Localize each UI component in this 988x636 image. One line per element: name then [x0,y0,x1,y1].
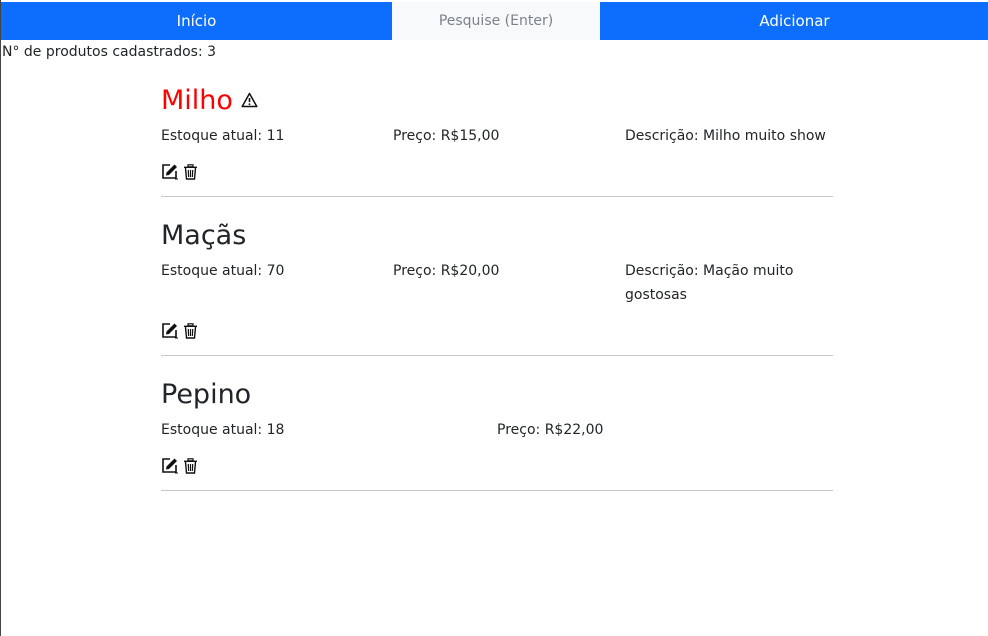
product-stock: Estoque atual: 11 [161,128,285,144]
edit-icon[interactable] [161,457,179,474]
warning-icon [241,92,258,108]
trash-icon[interactable] [183,458,198,474]
product-description: Descrição: Milho muito show [625,128,826,144]
top-navbar: Início Adicionar [1,2,988,40]
product-name: Milho [161,84,233,116]
app-window: Início Adicionar N° de produtos cadastra… [0,0,988,636]
product-stock: Estoque atual: 18 [161,422,285,438]
product-card: Milho Estoque atual: 11 Preço: R$15,00 D… [161,80,833,197]
product-details: Estoque atual: 70 Preço: R$20,00 Descriç… [161,259,833,307]
product-card: Maçãs Estoque atual: 70 Preço: R$20,00 D… [161,197,833,356]
product-details: Estoque atual: 18 Preço: R$22,00 [161,418,833,442]
trash-icon[interactable] [183,164,198,180]
product-actions [161,313,833,339]
edit-icon[interactable] [161,163,179,180]
product-title-row: Pepino [161,374,833,414]
edit-icon[interactable] [161,322,179,339]
product-price: Preço: R$20,00 [393,263,500,279]
product-price: Preço: R$15,00 [393,128,500,144]
product-title-row: Milho [161,80,833,120]
product-count-text: N° de produtos cadastrados: 3 [2,44,217,60]
trash-icon[interactable] [183,323,198,339]
product-price: Preço: R$22,00 [497,422,604,438]
product-actions [161,154,833,180]
product-details: Estoque atual: 11 Preço: R$15,00 Descriç… [161,124,833,148]
product-description: Descrição: Mação muito gostosas [625,263,794,303]
product-actions [161,448,833,474]
search-input[interactable] [392,2,600,40]
product-name: Pepino [161,378,252,410]
home-button[interactable]: Início [1,2,392,40]
add-button[interactable]: Adicionar [600,2,988,40]
product-card: Pepino Estoque atual: 18 Preço: R$22,00 [161,356,833,491]
product-list: Milho Estoque atual: 11 Preço: R$15,00 D… [161,80,833,491]
product-stock: Estoque atual: 70 [161,263,285,279]
product-title-row: Maçãs [161,215,833,255]
product-name: Maçãs [161,219,247,251]
